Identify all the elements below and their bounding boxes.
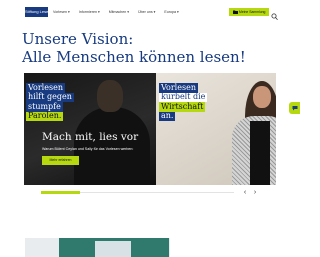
nav-item-europa[interactable]: Europa ▾	[164, 8, 178, 16]
nav-item-vorlesen[interactable]: Vorlesen ▾	[53, 8, 70, 16]
next-slide-icon[interactable]: ›	[250, 188, 260, 198]
quote-line: hilft gegen	[26, 92, 74, 102]
nav-item-mitmachen[interactable]: Mitmachen ▾	[109, 8, 129, 16]
hero-quote-right: Vorlesen kurbelt die Wirtschaft an.	[159, 83, 208, 121]
chevron-down-icon: ▾	[177, 10, 179, 14]
main-nav: Vorlesen ▾ Informieren ▾ Mitmachen ▾ Über u…	[53, 8, 179, 16]
side-tab-button[interactable]	[289, 102, 300, 114]
chevron-down-icon: ▾	[97, 10, 100, 14]
more-info-button[interactable]: Mehr erfahren	[42, 156, 79, 165]
nav-item-ueber-uns[interactable]: Über uns ▾	[138, 8, 155, 16]
quote-line: an.	[159, 111, 176, 121]
folder-icon	[232, 10, 238, 14]
collection-button[interactable]: Meine Sammlung	[229, 8, 269, 16]
person-silhouette	[74, 107, 150, 185]
feedback-icon	[292, 106, 297, 111]
slider-progress-fill	[41, 191, 80, 194]
nav-label: Informieren	[78, 10, 97, 14]
teaser-image	[25, 238, 170, 257]
hero-subtitle: Warum Bülent Ceylan und Sally für das Vo…	[42, 147, 134, 151]
logo[interactable]: Stiftung Lesen	[25, 7, 51, 17]
quote-line-highlight: Parolen.	[26, 111, 64, 121]
page-headline: Unsere Vision: Alle Menschen können lese…	[22, 30, 246, 66]
person-shirt	[250, 121, 270, 185]
person-head	[97, 80, 123, 112]
teaser-image-window	[95, 241, 131, 257]
hero-quote-left: Vorlesen hilft gegen stumpfe Parolen.	[26, 83, 74, 121]
person-face	[253, 86, 271, 108]
quote-line: kurbelt die	[159, 92, 208, 102]
nav-label: Über uns	[138, 10, 153, 14]
nav-item-informieren[interactable]: Informieren ▾	[79, 8, 100, 16]
previous-slide-icon[interactable]: ‹	[240, 188, 250, 198]
search-icon[interactable]	[271, 8, 278, 21]
collection-label: Meine Sammlung	[239, 10, 266, 14]
nav-label: Europa	[164, 10, 177, 14]
nav-label: Vorlesen	[53, 10, 67, 14]
chevron-down-icon: ▾	[127, 10, 130, 14]
nav-label: Mitmachen	[108, 10, 127, 14]
slider-progress	[41, 191, 234, 194]
chevron-down-icon: ▾	[68, 10, 70, 14]
hero-title: Mach mit, lies vor	[42, 131, 139, 143]
chevron-down-icon: ▾	[153, 10, 156, 14]
